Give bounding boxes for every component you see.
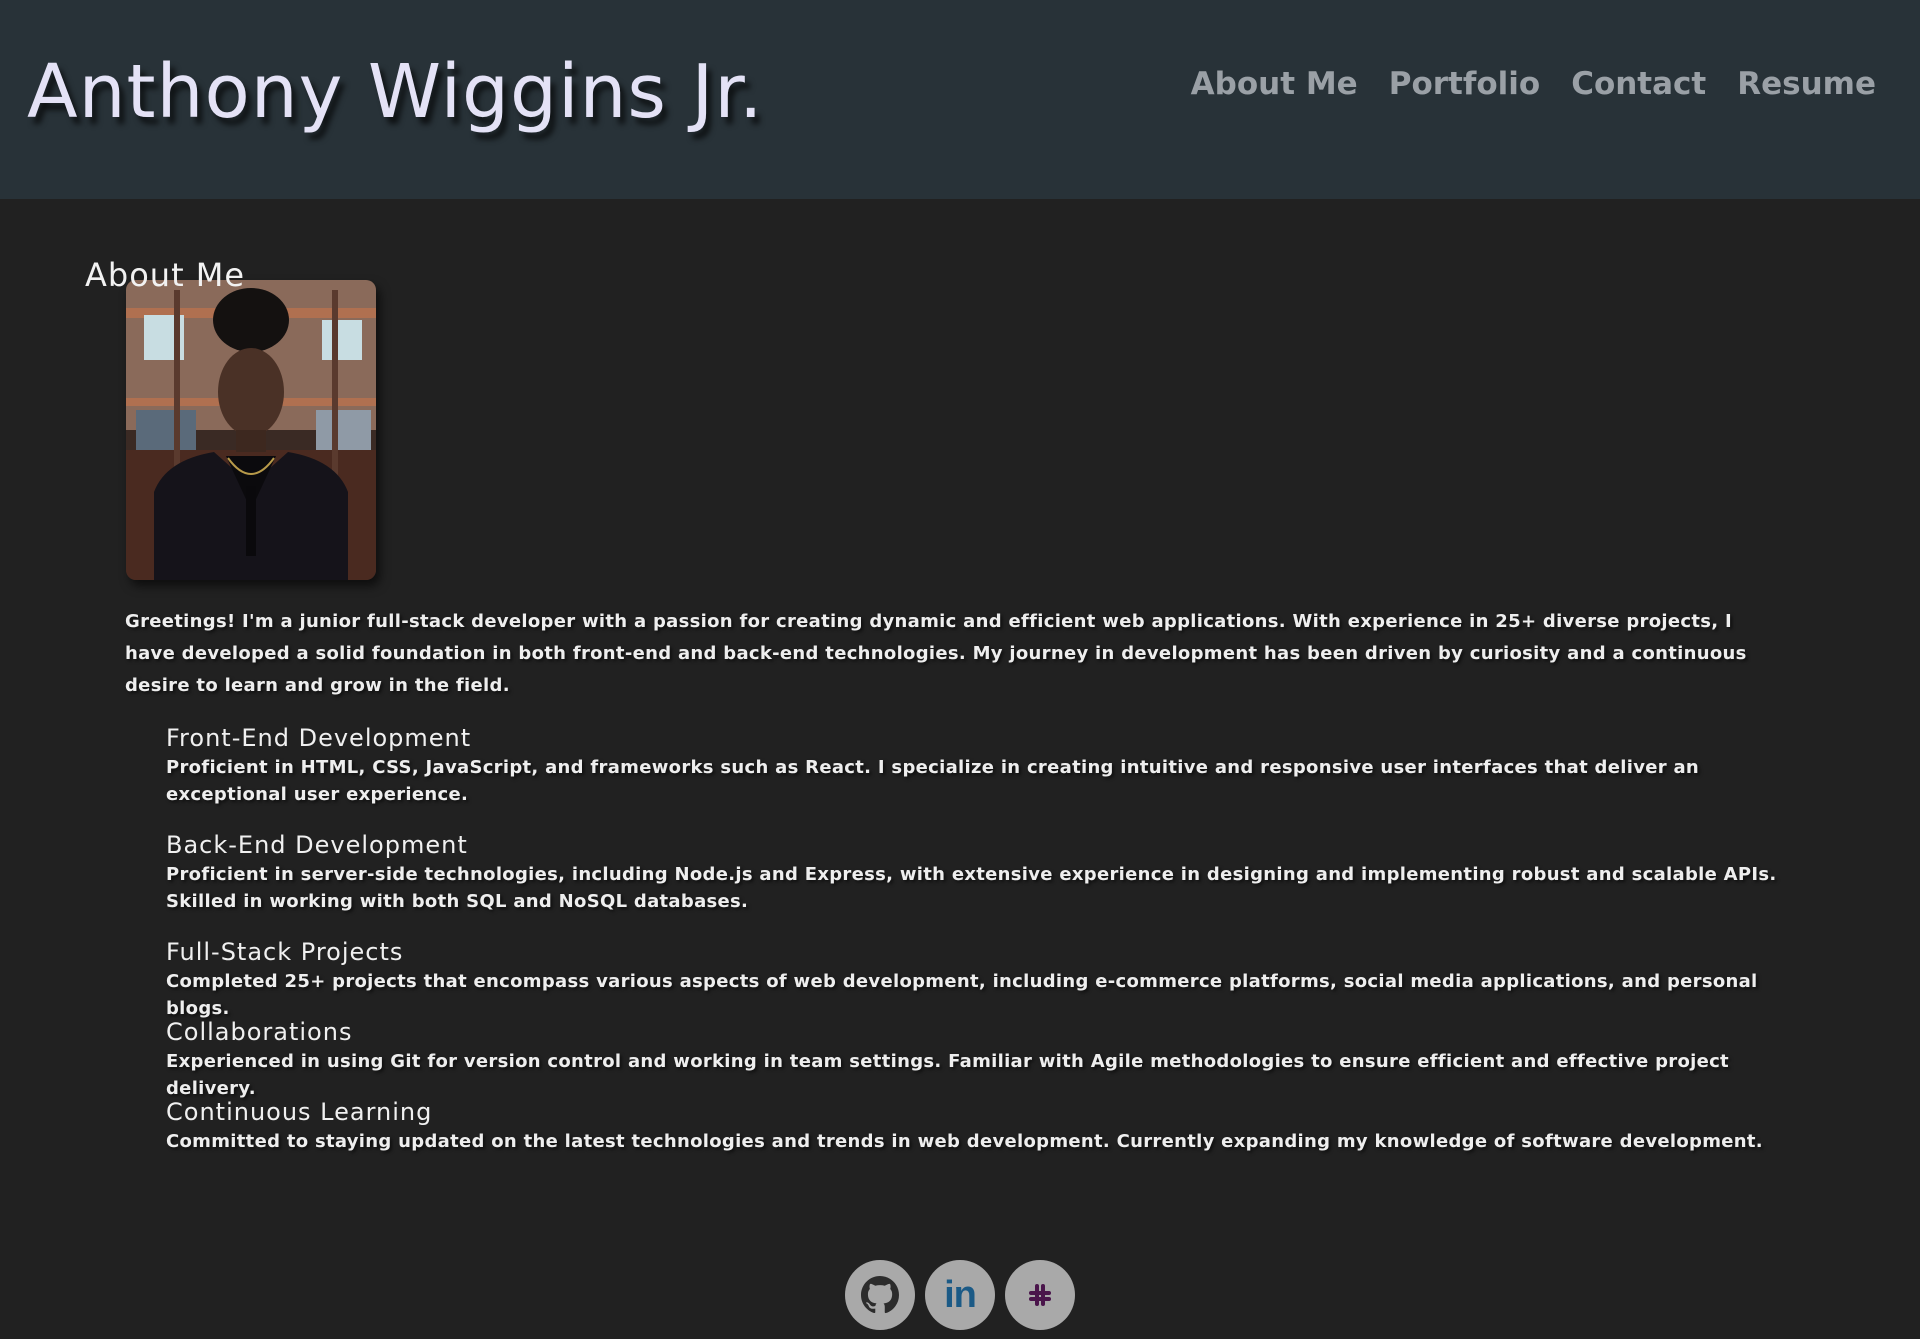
skill-title: Front-End Development <box>166 724 472 752</box>
social-links: in <box>845 1260 1075 1330</box>
nav-resume[interactable]: Resume <box>1737 66 1876 102</box>
skill-description: Proficient in HTML, CSS, JavaScript, and… <box>166 757 1700 805</box>
site-header: Anthony Wiggins Jr. About Me Portfolio C… <box>0 0 1920 199</box>
bio-text: Greetings! I'm a junior full-stack devel… <box>125 611 1747 696</box>
skill-full-stack: Full-Stack Projects Completed 25+ projec… <box>166 936 1806 1022</box>
linkedin-link[interactable]: in <box>925 1260 995 1330</box>
github-icon <box>861 1276 899 1314</box>
site-title: Anthony Wiggins Jr. <box>27 49 764 135</box>
linkedin-icon: in <box>944 1273 977 1316</box>
skill-continuous-learning: Continuous Learning Committed to staying… <box>166 1096 1806 1155</box>
skill-description: Completed 25+ projects that encompass va… <box>166 971 1758 1019</box>
skill-front-end: Front-End Development Proficient in HTML… <box>166 722 1806 808</box>
skill-collaborations: Collaborations Experienced in using Git … <box>166 1016 1806 1102</box>
skill-description: Committed to staying updated on the late… <box>166 1131 1763 1152</box>
skill-description: Proficient in server-side technologies, … <box>166 864 1777 912</box>
main-nav: About Me Portfolio Contact Resume <box>1191 66 1876 102</box>
skill-description: Experienced in using Git for version con… <box>166 1051 1729 1099</box>
nav-about-me[interactable]: About Me <box>1191 66 1358 102</box>
skill-title: Collaborations <box>166 1018 353 1046</box>
profile-photo <box>126 280 376 580</box>
skill-title: Full-Stack Projects <box>166 938 404 966</box>
github-link[interactable] <box>845 1260 915 1330</box>
about-heading: About Me <box>85 256 246 294</box>
nav-contact[interactable]: Contact <box>1571 66 1706 102</box>
nav-portfolio[interactable]: Portfolio <box>1389 66 1540 102</box>
skill-title: Back-End Development <box>166 831 468 859</box>
slack-link[interactable] <box>1005 1260 1075 1330</box>
slack-icon <box>1029 1284 1051 1306</box>
profile-photo-image <box>126 280 376 580</box>
skill-title: Continuous Learning <box>166 1098 433 1126</box>
skill-back-end: Back-End Development Proficient in serve… <box>166 829 1806 915</box>
